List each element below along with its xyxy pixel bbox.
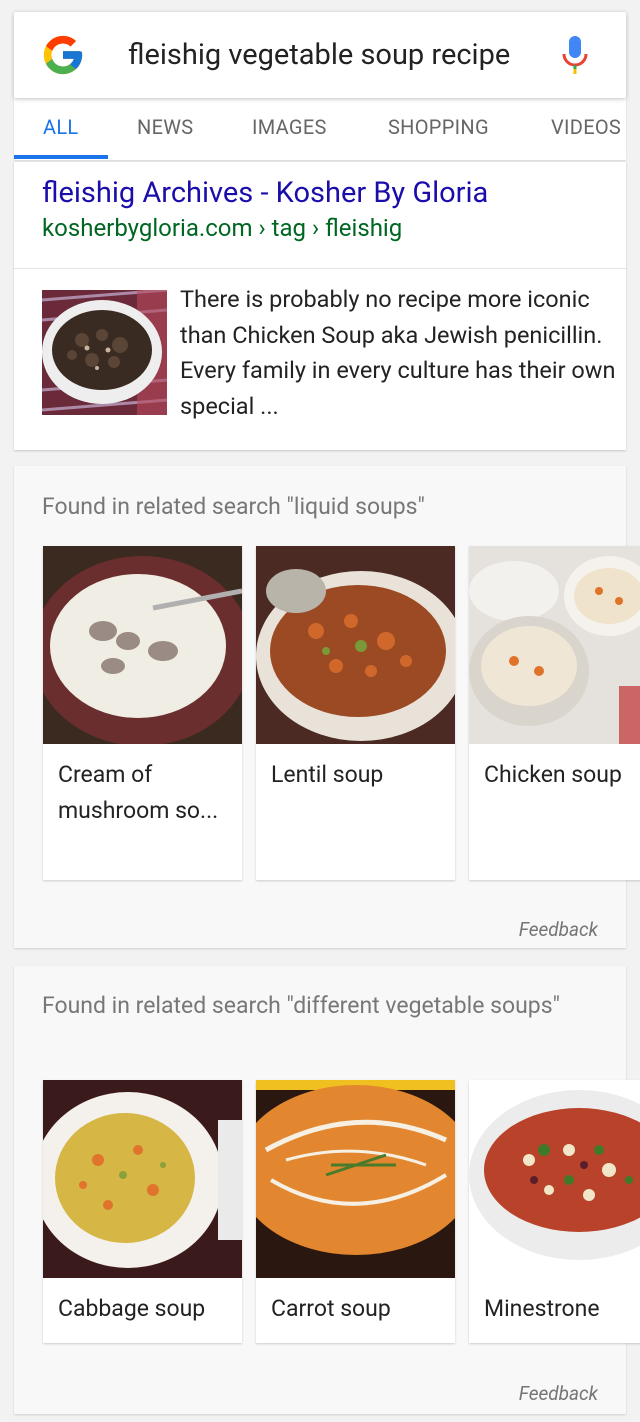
- related-item-label: Cream of mushroom so...: [58, 761, 219, 824]
- related-item-lentil-soup[interactable]: Lentil soup: [256, 546, 455, 880]
- feedback-link[interactable]: Feedback: [519, 918, 598, 941]
- result-title-link[interactable]: fleishig Archives - Kosher By Gloria: [42, 176, 488, 210]
- related-item-cabbage-soup[interactable]: Cabbage soup: [43, 1080, 242, 1343]
- related-item-label: Minestrone: [484, 1295, 600, 1322]
- related-search-heading: Found in related search "liquid soups": [42, 493, 425, 520]
- related-item-carrot-soup[interactable]: Carrot soup: [256, 1080, 455, 1343]
- active-tab-indicator: [14, 155, 108, 159]
- google-g-logo-icon: [43, 35, 83, 75]
- related-search-card-liquid-soups: Found in related search "liquid soups" C…: [14, 466, 640, 948]
- cabbage-soup-image: [43, 1080, 242, 1278]
- search-input[interactable]: fleishig vegetable soup recipe: [128, 38, 510, 72]
- lentil-soup-image: [256, 546, 455, 744]
- tab-images[interactable]: IMAGES: [252, 115, 327, 139]
- microphone-icon[interactable]: [560, 34, 590, 76]
- result-divider: [14, 268, 626, 269]
- tab-all[interactable]: ALL: [43, 115, 79, 139]
- tab-news[interactable]: NEWS: [137, 115, 193, 139]
- related-item-label: Carrot soup: [271, 1295, 391, 1322]
- search-result-card: fleishig Archives - Kosher By Gloria kos…: [14, 162, 626, 450]
- related-item-minestrone[interactable]: Minestrone: [469, 1080, 640, 1343]
- related-item-label: Chicken soup: [484, 761, 622, 788]
- search-tabs: ALL NEWS IMAGES SHOPPING VIDEOS: [14, 98, 626, 160]
- minestrone-soup-image: [469, 1080, 640, 1278]
- related-item-label: Cabbage soup: [58, 1295, 206, 1322]
- page: fleishig vegetable soup recipe ALL NEWS …: [0, 0, 640, 1422]
- chicken-soup-image: [469, 546, 640, 744]
- carrot-soup-image: [256, 1080, 455, 1278]
- related-search-heading: Found in related search "different veget…: [42, 992, 560, 1019]
- feedback-link[interactable]: Feedback: [519, 1382, 598, 1405]
- related-search-card-vegetable-soups: Found in related search "different veget…: [14, 966, 640, 1414]
- tab-shopping[interactable]: SHOPPING: [388, 115, 489, 139]
- related-item-chicken-soup[interactable]: Chicken soup: [469, 546, 640, 880]
- related-item-cream-of-mushroom[interactable]: Cream of mushroom so...: [43, 546, 242, 880]
- related-item-label: Lentil soup: [271, 761, 384, 788]
- result-url[interactable]: kosherbygloria.com › tag › fleishig: [42, 214, 402, 242]
- result-thumbnail[interactable]: [42, 290, 167, 415]
- result-snippet: There is probably no recipe more iconic …: [180, 285, 616, 420]
- tab-videos[interactable]: VIDEOS: [551, 115, 621, 139]
- cream-of-mushroom-soup-image: [43, 546, 242, 744]
- search-bar[interactable]: fleishig vegetable soup recipe: [14, 12, 626, 98]
